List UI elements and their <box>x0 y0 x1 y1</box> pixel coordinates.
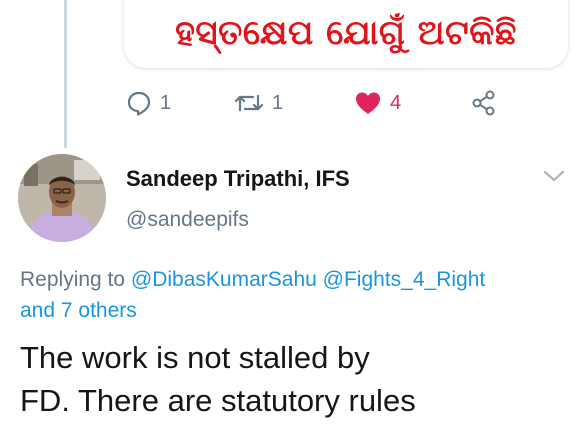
quoted-media-card[interactable]: ହସ୍ତକ୍ଷେପ ଯୋଗୁଁ ଅଟକିଛି <box>124 0 568 68</box>
more-options-button[interactable] <box>542 168 566 189</box>
tweet-line-1: The work is not stalled by <box>20 340 370 375</box>
avatar[interactable] <box>18 154 106 242</box>
reply-icon <box>126 90 152 116</box>
like-count: 4 <box>390 91 402 114</box>
replying-prefix: Replying to <box>20 268 126 291</box>
like-button[interactable]: 4 <box>354 86 401 120</box>
retweet-button[interactable]: 1 <box>234 86 283 120</box>
thread-line <box>64 0 67 148</box>
replying-to: Replying to @DibasKumarSahu @Fights_4_Ri… <box>20 264 570 326</box>
chevron-down-icon <box>542 170 566 188</box>
tweet-line-2: FD. There are statutory rules <box>20 383 416 418</box>
quoted-text: ହସ୍ତକ୍ଷେପ ଯୋଗୁଁ ଅଟକିଛି <box>175 13 517 53</box>
retweet-count: 1 <box>272 91 284 114</box>
mention-link-1[interactable]: @DibasKumarSahu <box>131 268 317 291</box>
others-link[interactable]: and 7 others <box>20 299 137 322</box>
share-button[interactable] <box>470 86 498 120</box>
reply-count: 1 <box>160 91 172 114</box>
share-icon <box>470 89 498 117</box>
avatar-photo <box>18 154 106 242</box>
heart-icon <box>354 90 382 116</box>
action-bar: 1 1 4 <box>126 86 506 120</box>
author-handle[interactable]: @sandeepifs <box>126 208 249 232</box>
retweet-icon <box>234 90 264 116</box>
mention-link-2[interactable]: @Fights_4_Right <box>323 268 486 291</box>
author-name[interactable]: Sandeep Tripathi, IFS <box>126 166 350 192</box>
reply-button[interactable]: 1 <box>126 86 171 120</box>
tweet-text: The work is not stalled by FD. There are… <box>20 336 570 422</box>
